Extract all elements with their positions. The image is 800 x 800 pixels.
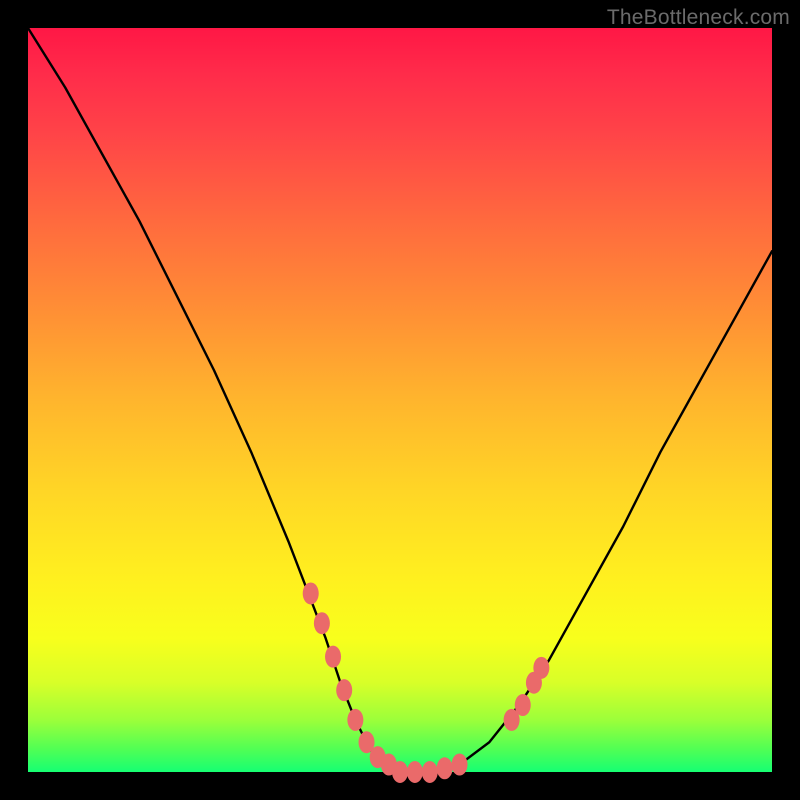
curve-bead (515, 694, 531, 716)
curve-markers (303, 582, 550, 783)
plot-area (28, 28, 772, 772)
curve-bead (336, 679, 352, 701)
curve-bead (392, 761, 408, 783)
curve-bead (407, 761, 423, 783)
curve-svg (28, 28, 772, 772)
curve-bead (437, 757, 453, 779)
curve-bead (314, 612, 330, 634)
bottleneck-curve (28, 28, 772, 772)
curve-bead (422, 761, 438, 783)
curve-bead (452, 754, 468, 776)
curve-bead (303, 582, 319, 604)
curve-bead (325, 646, 341, 668)
curve-bead (347, 709, 363, 731)
watermark-text: TheBottleneck.com (607, 6, 790, 30)
chart-frame: TheBottleneck.com (0, 0, 800, 800)
curve-bead (533, 657, 549, 679)
